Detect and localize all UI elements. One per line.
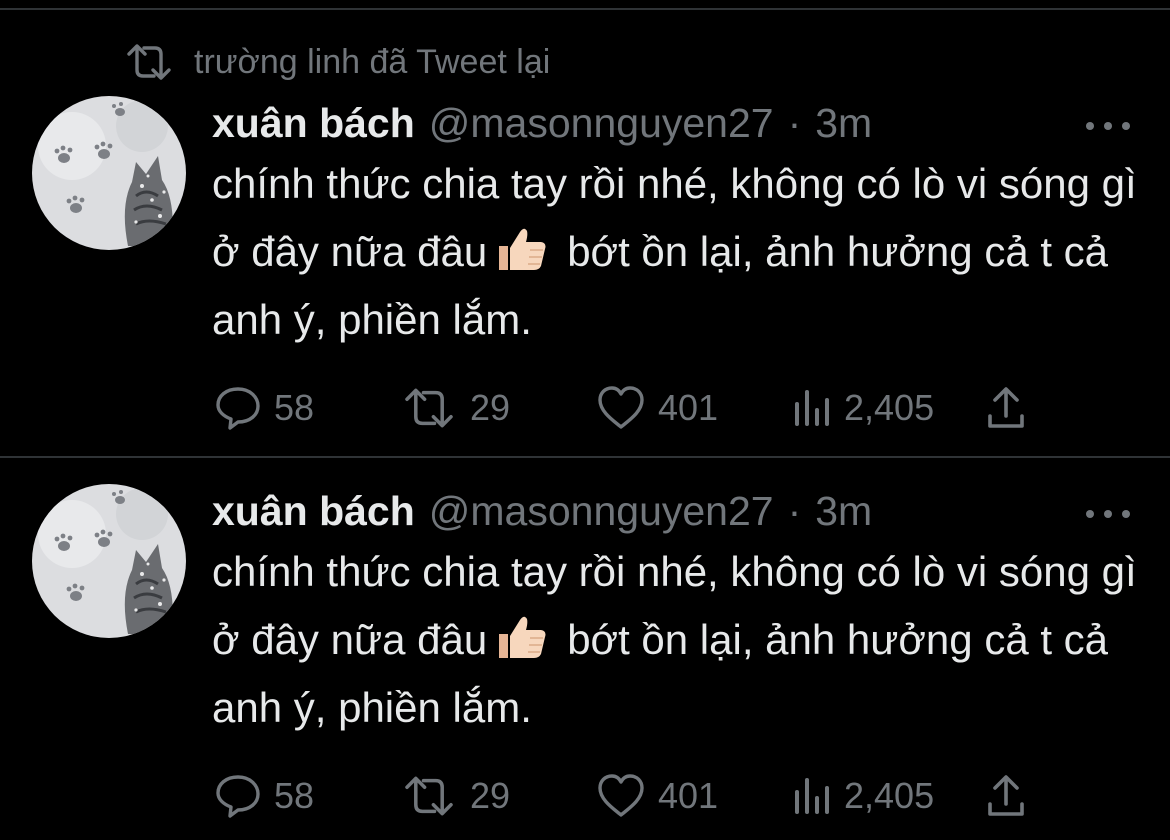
reply-button[interactable]: 58 bbox=[214, 768, 314, 824]
like-count: 401 bbox=[658, 775, 719, 816]
thumbs-up-icon bbox=[499, 616, 546, 658]
tweet-actions: 58 29 401 2,405 bbox=[0, 768, 1170, 824]
retweet-icon bbox=[405, 776, 453, 816]
like-button[interactable]: 401 bbox=[596, 768, 718, 824]
tweet-text: chính thức chia tay rồi nhé, không có lò… bbox=[212, 538, 1152, 742]
avatar-cat-in-snow-image bbox=[32, 484, 186, 638]
more-options-icon[interactable] bbox=[1086, 508, 1130, 520]
timeline-feed: trường linh đã Tweet lại xuân bách @maso… bbox=[0, 0, 1170, 840]
tweet-header: xuân bách @masonnguyen27 · 3m bbox=[212, 488, 872, 538]
avatar[interactable] bbox=[32, 484, 186, 638]
author-name[interactable]: xuân bách bbox=[212, 488, 415, 535]
reply-icon bbox=[216, 775, 260, 818]
share-icon bbox=[988, 775, 1024, 816]
separator-dot: · bbox=[787, 488, 802, 534]
view-count: 2,405 bbox=[844, 775, 935, 816]
retweet-count: 29 bbox=[470, 775, 511, 816]
share-button[interactable] bbox=[986, 768, 1026, 824]
timestamp[interactable]: 3m bbox=[815, 488, 872, 535]
heart-icon bbox=[598, 774, 644, 817]
tweet-2[interactable]: xuân bách @masonnguyen27 · 3m chính thức… bbox=[0, 0, 1170, 840]
reply-count: 58 bbox=[274, 775, 315, 816]
author-handle[interactable]: @masonnguyen27 bbox=[429, 488, 774, 535]
views-bar-chart-icon bbox=[795, 778, 829, 814]
retweet-button[interactable]: 29 bbox=[400, 768, 510, 824]
views-button[interactable]: 2,405 bbox=[792, 768, 934, 824]
